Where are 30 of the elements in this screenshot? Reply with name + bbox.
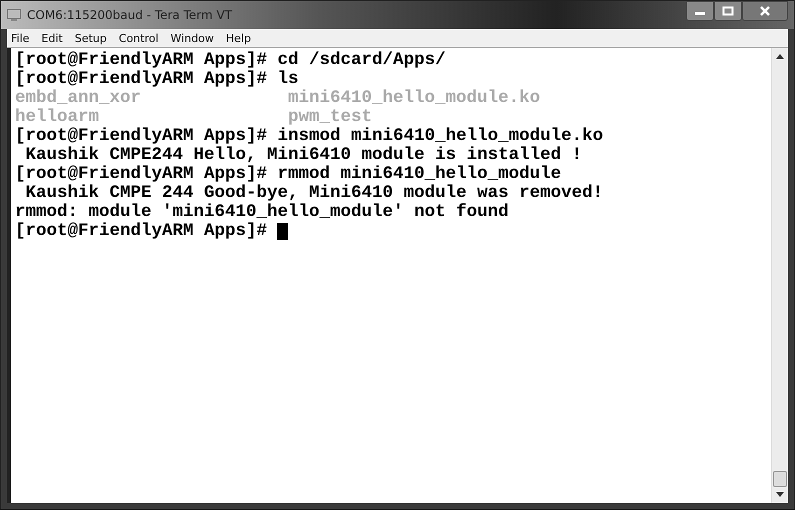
menu-item[interactable]: Window — [170, 32, 214, 44]
close-icon — [759, 6, 771, 16]
terminal-line: [root@FriendlyARM Apps]# insmod mini6410_hello_module.ko — [15, 127, 604, 146]
text-cursor — [277, 223, 288, 240]
maximize-button[interactable] — [714, 1, 742, 21]
menu-item[interactable]: File — [11, 32, 30, 44]
file-name: mini6410_hello_module.ko — [288, 89, 542, 108]
file-name: pwm_test — [288, 108, 374, 127]
terminal-line: [root@FriendlyARM Apps]# cd /sdcard/Apps/ — [15, 51, 447, 70]
close-button[interactable] — [742, 1, 788, 21]
menu-item[interactable]: Edit — [41, 32, 63, 44]
terminal-line: [root@FriendlyARM Apps]# rmmod mini6410_hello_module — [15, 165, 562, 184]
terminal-prompt: [root@FriendlyARM Apps]# — [15, 222, 268, 241]
scroll-up-icon[interactable] — [775, 52, 785, 60]
window-title: COM6:115200baud - Tera Term VT — [27, 8, 232, 22]
menu-item[interactable]: Setup — [74, 32, 107, 44]
file-name: helloarm — [15, 108, 100, 127]
terminal-line: [root@FriendlyARM Apps]# ls — [15, 70, 300, 89]
menu-item[interactable]: Help — [226, 32, 251, 44]
file-name: embd_ann_xor — [15, 89, 142, 108]
scroll-down-icon[interactable] — [775, 491, 785, 499]
scroll-thumb[interactable] — [773, 471, 787, 487]
terminal-line: rmmod: module 'mini6410_hello_module' not found — [15, 203, 510, 222]
terminal-line: Kaushik CMPE244 Hello, Mini6410 module is installed ! — [24, 146, 584, 165]
terminal-app-icon — [7, 9, 21, 21]
terminal-line: Kaushik CMPE 244 Good-bye, Mini6410 module was removed! — [24, 184, 604, 203]
maximize-icon — [722, 6, 734, 16]
scrollbar[interactable] — [771, 48, 788, 503]
menu-item[interactable]: Control — [118, 32, 159, 44]
minimize-button[interactable] — [686, 1, 714, 21]
